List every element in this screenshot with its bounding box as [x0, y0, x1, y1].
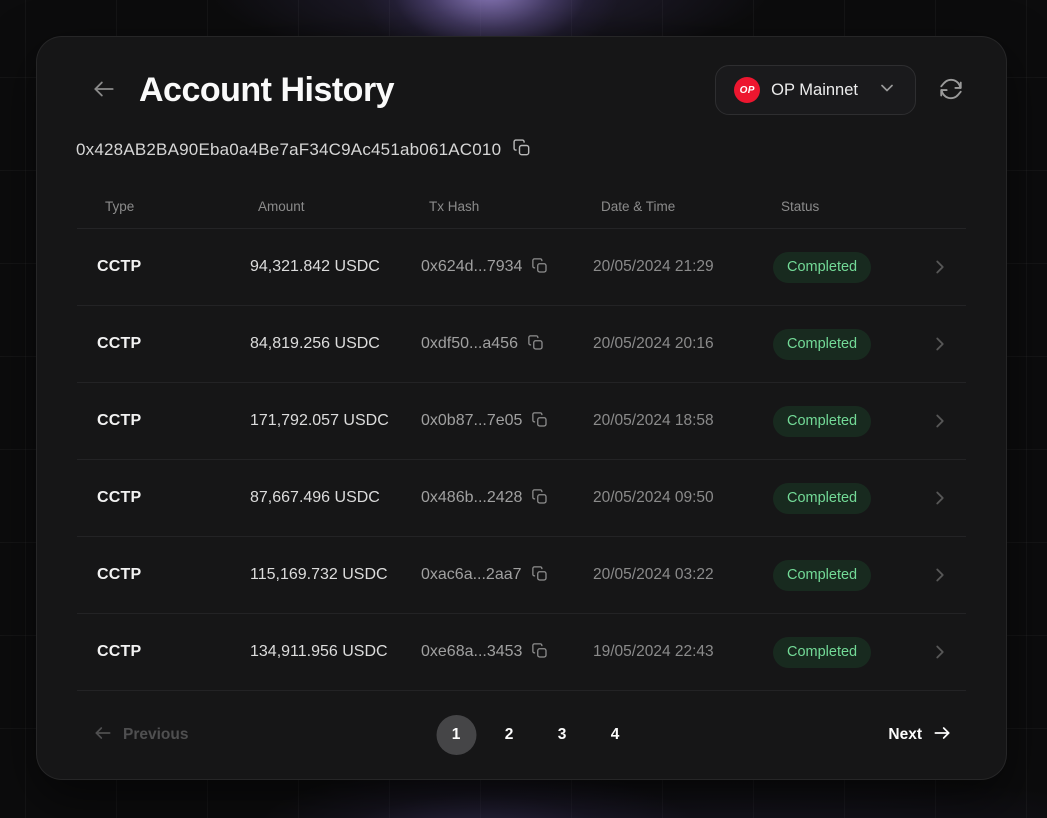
copy-icon — [531, 257, 549, 278]
tx-hash: 0x624d...7934 — [421, 258, 522, 276]
page-number-button[interactable]: 2 — [489, 715, 529, 755]
copy-tx-hash-button[interactable] — [527, 334, 545, 355]
status-badge: Completed — [773, 252, 871, 283]
tx-amount: 94,321.842 USDC — [250, 258, 421, 276]
page-number-button[interactable]: 4 — [595, 715, 635, 755]
page-number-button[interactable]: 3 — [542, 715, 582, 755]
status-badge: Completed — [773, 406, 871, 437]
tx-type: CCTP — [97, 335, 250, 353]
col-date: Date & Time — [601, 199, 781, 214]
col-type: Type — [105, 199, 258, 214]
tx-hash: 0xac6a...2aa7 — [421, 566, 522, 584]
previous-label: Previous — [123, 726, 188, 744]
pagination: Previous 1 2 3 4 Next — [77, 691, 966, 779]
refresh-button[interactable] — [936, 75, 966, 105]
status-badge: Completed — [773, 483, 871, 514]
page-number-button[interactable]: 1 — [436, 715, 476, 755]
chevron-right-icon — [929, 564, 973, 586]
tx-amount: 87,667.496 USDC — [250, 489, 421, 507]
tx-amount: 84,819.256 USDC — [250, 335, 421, 353]
copy-icon — [527, 334, 545, 355]
refresh-icon — [938, 76, 964, 105]
op-network-icon: OP — [734, 77, 760, 103]
status-badge: Completed — [773, 329, 871, 360]
tx-datetime: 20/05/2024 03:22 — [593, 566, 773, 584]
wallet-address: 0x428AB2BA90Eba0a4Be7aF34C9Ac451ab061AC0… — [76, 140, 501, 160]
copy-tx-hash-button[interactable] — [531, 642, 549, 663]
copy-icon — [531, 411, 549, 432]
tx-type: CCTP — [97, 258, 250, 276]
pagination-pages: 1 2 3 4 — [436, 715, 635, 755]
col-txhash: Tx Hash — [429, 199, 601, 214]
copy-tx-hash-button[interactable] — [531, 565, 549, 586]
chevron-right-icon — [929, 487, 973, 509]
chevron-right-icon — [929, 333, 973, 355]
page-title: Account History — [139, 71, 394, 110]
tx-amount: 171,792.057 USDC — [250, 412, 421, 430]
chevron-down-icon — [869, 78, 897, 103]
tx-datetime: 20/05/2024 21:29 — [593, 258, 773, 276]
col-status: Status — [781, 199, 937, 214]
tx-type: CCTP — [97, 643, 250, 661]
tx-hash: 0x486b...2428 — [421, 489, 522, 507]
tx-datetime: 20/05/2024 09:50 — [593, 489, 773, 507]
copy-icon — [531, 488, 549, 509]
prev-arrow-icon — [93, 723, 113, 748]
col-amount: Amount — [258, 199, 429, 214]
panel-header: Account History OP OP Mainnet — [77, 63, 966, 117]
back-arrow-icon — [91, 76, 117, 105]
network-label: OP Mainnet — [771, 81, 858, 100]
table-header: Type Amount Tx Hash Date & Time Status — [77, 185, 966, 229]
tx-hash: 0xe68a...3453 — [421, 643, 522, 661]
copy-address-button[interactable] — [512, 138, 532, 161]
copy-icon — [531, 642, 549, 663]
tx-type: CCTP — [97, 489, 250, 507]
tx-datetime: 20/05/2024 18:58 — [593, 412, 773, 430]
table-body: CCTP 94,321.842 USDC 0x624d...7934 20/05… — [77, 229, 966, 691]
account-history-panel: Account History OP OP Mainnet 0x428AB2BA… — [36, 36, 1007, 780]
next-button[interactable]: Next — [888, 723, 952, 748]
transaction-row[interactable]: CCTP 84,819.256 USDC 0xdf50...a456 20/05… — [77, 306, 966, 383]
tx-datetime: 19/05/2024 22:43 — [593, 643, 773, 661]
back-button[interactable] — [87, 73, 121, 107]
next-label: Next — [888, 726, 922, 744]
copy-tx-hash-button[interactable] — [531, 488, 549, 509]
status-badge: Completed — [773, 637, 871, 668]
copy-icon — [512, 138, 532, 161]
copy-icon — [531, 565, 549, 586]
tx-amount: 134,911.956 USDC — [250, 643, 421, 661]
chevron-right-icon — [929, 641, 973, 663]
network-dropdown[interactable]: OP OP Mainnet — [715, 65, 916, 115]
tx-amount: 115,169.732 USDC — [250, 566, 421, 584]
transaction-row[interactable]: CCTP 94,321.842 USDC 0x624d...7934 20/05… — [77, 229, 966, 306]
previous-button[interactable]: Previous — [93, 723, 188, 748]
chevron-right-icon — [929, 410, 973, 432]
tx-hash: 0x0b87...7e05 — [421, 412, 522, 430]
transactions-table: Type Amount Tx Hash Date & Time Status C… — [77, 185, 966, 691]
transaction-row[interactable]: CCTP 115,169.732 USDC 0xac6a...2aa7 20/0… — [77, 537, 966, 614]
transaction-row[interactable]: CCTP 134,911.956 USDC 0xe68a...3453 19/0… — [77, 614, 966, 691]
transaction-row[interactable]: CCTP 87,667.496 USDC 0x486b...2428 20/05… — [77, 460, 966, 537]
chevron-right-icon — [929, 256, 973, 278]
status-badge: Completed — [773, 560, 871, 591]
transaction-row[interactable]: CCTP 171,792.057 USDC 0x0b87...7e05 20/0… — [77, 383, 966, 460]
tx-datetime: 20/05/2024 20:16 — [593, 335, 773, 353]
tx-hash: 0xdf50...a456 — [421, 335, 518, 353]
next-arrow-icon — [932, 723, 952, 748]
copy-tx-hash-button[interactable] — [531, 257, 549, 278]
copy-tx-hash-button[interactable] — [531, 411, 549, 432]
header-actions: OP OP Mainnet — [715, 65, 966, 115]
tx-type: CCTP — [97, 566, 250, 584]
wallet-address-row: 0x428AB2BA90Eba0a4Be7aF34C9Ac451ab061AC0… — [76, 138, 966, 161]
tx-type: CCTP — [97, 412, 250, 430]
